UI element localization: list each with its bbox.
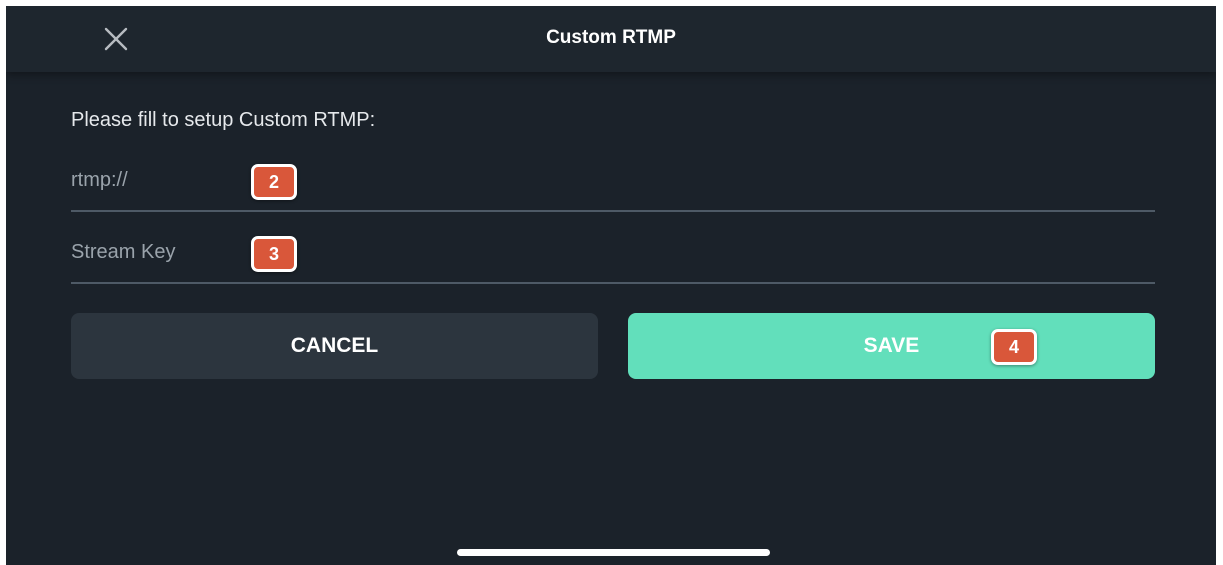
step-badge-4: 4 (991, 329, 1037, 365)
form-prompt: Please fill to setup Custom RTMP: (71, 109, 376, 131)
header-bar: Custom RTMP (6, 6, 1216, 72)
page-title: Custom RTMP (546, 27, 676, 48)
stream-key-field-container: 3 (71, 224, 1155, 284)
cancel-button[interactable]: CANCEL (71, 313, 598, 379)
stream-key-input[interactable] (71, 224, 1155, 280)
cancel-button-label: CANCEL (290, 334, 379, 357)
rtmp-url-input[interactable] (71, 152, 1155, 208)
step-badge-2: 2 (251, 164, 297, 200)
step-badge-3: 3 (251, 236, 297, 272)
custom-rtmp-screen: Custom RTMP Please fill to setup Custom … (6, 6, 1216, 565)
rtmp-url-field-container: 2 (71, 152, 1155, 212)
save-button-label: SAVE (863, 334, 920, 357)
home-indicator[interactable] (457, 549, 770, 556)
save-button[interactable]: SAVE (628, 313, 1155, 379)
